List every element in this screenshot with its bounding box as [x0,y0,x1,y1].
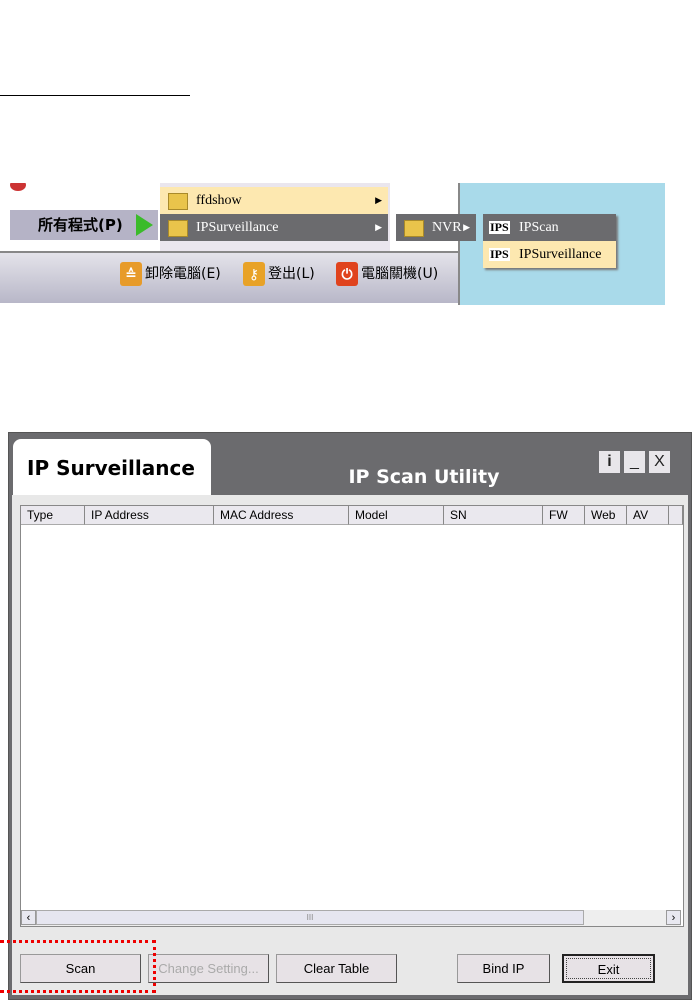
minimize-button[interactable]: _ [624,451,645,473]
ips-icon: IPS [489,247,510,261]
horizontal-scrollbar[interactable]: ‹ III › [21,910,681,926]
exit-button[interactable]: Exit [562,954,655,983]
window-title: IP Scan Utility [348,466,500,488]
ip-scan-window: IP Surveillance IP Scan Utility i _ X Ty… [8,432,692,1000]
start-menu-bottom-bar: ≙ 卸除電腦(E) ⚷ 登出(L) ⏻ 電腦關機(U) [0,251,458,303]
col-av[interactable]: AV [627,506,669,525]
scroll-right-icon[interactable]: › [666,910,681,925]
power-icon: ⏻ [336,262,358,286]
shutdown-button[interactable]: ⏻ 電腦關機(U) [336,261,438,287]
close-button[interactable]: X [649,451,670,473]
key-icon: ⚷ [243,262,265,286]
scroll-left-icon[interactable]: ‹ [21,910,36,925]
col-extra [669,506,683,525]
menu-item-ipsurveillance[interactable]: IPSurveillance ▶ [160,214,388,241]
col-ip-address[interactable]: IP Address [85,506,214,525]
programs-submenu: ffdshow ▶ IPSurveillance ▶ [160,183,390,251]
app-tab: IP Surveillance [13,439,211,495]
underline [0,95,190,96]
window-body: Type IP Address MAC Address Model SN FW … [12,495,688,995]
scroll-thumb[interactable]: III [36,910,584,925]
eject-button[interactable]: ≙ 卸除電腦(E) [120,261,221,287]
menu-item-ffdshow[interactable]: ffdshow ▶ [160,187,388,214]
col-sn[interactable]: SN [444,506,543,525]
folder-icon [168,220,188,237]
menu-item-ipscan[interactable]: IPS IPScan [483,214,616,241]
scan-highlight-box [0,940,156,993]
folder-icon [168,193,188,210]
menu-item-nvr[interactable]: NVR ▶ [396,214,476,241]
col-type[interactable]: Type [21,506,85,525]
bind-ip-button[interactable]: Bind IP [457,954,550,983]
device-table[interactable]: Type IP Address MAC Address Model SN FW … [20,505,684,927]
change-setting-button: Change Setting... [148,954,269,983]
network-tool-icon [10,183,26,191]
logoff-button[interactable]: ⚷ 登出(L) [243,261,315,287]
ips-icon: IPS [489,220,510,234]
clear-table-button[interactable]: Clear Table [276,954,397,983]
col-model[interactable]: Model [349,506,444,525]
folder-icon [404,220,424,237]
col-web[interactable]: Web [585,506,627,525]
eject-icon: ≙ [120,262,142,286]
menu-item-ipsurveillance-app[interactable]: IPS IPSurveillance [483,241,616,268]
col-mac-address[interactable]: MAC Address [214,506,349,525]
arrow-right-icon [136,214,153,236]
col-fw[interactable]: FW [543,506,585,525]
info-button[interactable]: i [599,451,620,473]
start-menu-screenshot: 所有程式(P) ≙ 卸除電腦(E) ⚷ 登出(L) ⏻ 電腦關機(U) ffdshow… [0,183,665,305]
nvr-submenu: IPS IPScan IPS IPSurveillance [483,214,616,268]
